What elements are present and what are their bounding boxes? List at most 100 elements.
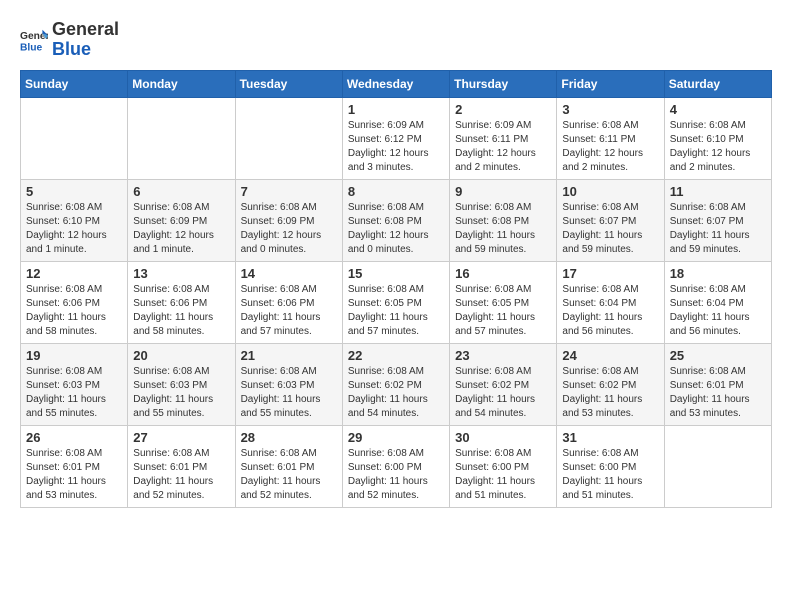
day-number: 6: [133, 184, 229, 199]
calendar-cell: [128, 97, 235, 179]
calendar-week-row: 19 Sunrise: 6:08 AM Sunset: 6:03 PM Dayli…: [21, 343, 772, 425]
calendar-cell: 9 Sunrise: 6:08 AM Sunset: 6:08 PM Daylig…: [450, 179, 557, 261]
day-info: Sunrise: 6:08 AM Sunset: 6:06 PM Dayligh…: [133, 283, 229, 339]
day-info: Sunrise: 6:08 AM Sunset: 6:01 PM Dayligh…: [670, 365, 766, 421]
day-info: Sunrise: 6:09 AM Sunset: 6:11 PM Dayligh…: [455, 119, 551, 175]
day-number: 25: [670, 348, 766, 363]
calendar-cell: 30 Sunrise: 6:08 AM Sunset: 6:00 PM Dayli…: [450, 425, 557, 507]
day-info: Sunrise: 6:09 AM Sunset: 6:12 PM Dayligh…: [348, 119, 444, 175]
day-number: 9: [455, 184, 551, 199]
calendar-cell: 7 Sunrise: 6:08 AM Sunset: 6:09 PM Daylig…: [235, 179, 342, 261]
day-info: Sunrise: 6:08 AM Sunset: 6:00 PM Dayligh…: [348, 447, 444, 503]
calendar-week-row: 12 Sunrise: 6:08 AM Sunset: 6:06 PM Dayli…: [21, 261, 772, 343]
calendar-header-monday: Monday: [128, 70, 235, 97]
day-number: 5: [26, 184, 122, 199]
day-info: Sunrise: 6:08 AM Sunset: 6:08 PM Dayligh…: [455, 201, 551, 257]
day-info: Sunrise: 6:08 AM Sunset: 6:01 PM Dayligh…: [26, 447, 122, 503]
day-number: 26: [26, 430, 122, 445]
calendar-cell: 27 Sunrise: 6:08 AM Sunset: 6:01 PM Dayli…: [128, 425, 235, 507]
calendar-cell: 26 Sunrise: 6:08 AM Sunset: 6:01 PM Dayli…: [21, 425, 128, 507]
calendar-cell: 12 Sunrise: 6:08 AM Sunset: 6:06 PM Dayli…: [21, 261, 128, 343]
day-number: 10: [562, 184, 658, 199]
day-number: 11: [670, 184, 766, 199]
day-info: Sunrise: 6:08 AM Sunset: 6:01 PM Dayligh…: [241, 447, 337, 503]
day-info: Sunrise: 6:08 AM Sunset: 6:11 PM Dayligh…: [562, 119, 658, 175]
calendar-cell: 1 Sunrise: 6:09 AM Sunset: 6:12 PM Daylig…: [342, 97, 449, 179]
day-number: 30: [455, 430, 551, 445]
day-number: 2: [455, 102, 551, 117]
day-number: 16: [455, 266, 551, 281]
day-number: 29: [348, 430, 444, 445]
calendar-header-friday: Friday: [557, 70, 664, 97]
calendar-cell: 10 Sunrise: 6:08 AM Sunset: 6:07 PM Dayli…: [557, 179, 664, 261]
calendar-header-row: SundayMondayTuesdayWednesdayThursdayFrid…: [21, 70, 772, 97]
day-number: 20: [133, 348, 229, 363]
day-info: Sunrise: 6:08 AM Sunset: 6:01 PM Dayligh…: [133, 447, 229, 503]
calendar-cell: 13 Sunrise: 6:08 AM Sunset: 6:06 PM Dayli…: [128, 261, 235, 343]
calendar-cell: 22Sunrise: 6:08 AM Sunset: 6:02 PM Dayli…: [342, 343, 449, 425]
day-info: Sunrise: 6:08 AM Sunset: 6:07 PM Dayligh…: [562, 201, 658, 257]
day-number: 14: [241, 266, 337, 281]
calendar-cell: 11 Sunrise: 6:08 AM Sunset: 6:07 PM Dayli…: [664, 179, 771, 261]
day-info: Sunrise: 6:08 AM Sunset: 6:04 PM Dayligh…: [670, 283, 766, 339]
calendar-cell: 17 Sunrise: 6:08 AM Sunset: 6:04 PM Dayli…: [557, 261, 664, 343]
day-number: 28: [241, 430, 337, 445]
day-number: 7: [241, 184, 337, 199]
day-info: Sunrise: 6:08 AM Sunset: 6:06 PM Dayligh…: [26, 283, 122, 339]
day-number: 15: [348, 266, 444, 281]
day-info: Sunrise: 6:08 AM Sunset: 6:03 PM Dayligh…: [26, 365, 122, 421]
calendar-week-row: 5 Sunrise: 6:08 AM Sunset: 6:10 PM Daylig…: [21, 179, 772, 261]
day-info: Sunrise: 6:08 AM Sunset: 6:05 PM Dayligh…: [455, 283, 551, 339]
day-info: Sunrise: 6:08 AM Sunset: 6:00 PM Dayligh…: [455, 447, 551, 503]
calendar-table: SundayMondayTuesdayWednesdayThursdayFrid…: [20, 70, 772, 508]
day-number: 12: [26, 266, 122, 281]
day-number: 21: [241, 348, 337, 363]
logo: General Blue General Blue: [20, 20, 119, 60]
day-info: Sunrise: 6:08 AM Sunset: 6:09 PM Dayligh…: [133, 201, 229, 257]
calendar-cell: 6 Sunrise: 6:08 AM Sunset: 6:09 PM Daylig…: [128, 179, 235, 261]
calendar-header-wednesday: Wednesday: [342, 70, 449, 97]
day-number: 4: [670, 102, 766, 117]
calendar-cell: 5 Sunrise: 6:08 AM Sunset: 6:10 PM Daylig…: [21, 179, 128, 261]
day-number: 13: [133, 266, 229, 281]
calendar-cell: 31Sunrise: 6:08 AM Sunset: 6:00 PM Dayli…: [557, 425, 664, 507]
calendar-cell: [21, 97, 128, 179]
calendar-cell: 24 Sunrise: 6:08 AM Sunset: 6:02 PM Dayli…: [557, 343, 664, 425]
day-number: 17: [562, 266, 658, 281]
day-number: 27: [133, 430, 229, 445]
calendar-cell: 14Sunrise: 6:08 AM Sunset: 6:06 PM Dayli…: [235, 261, 342, 343]
day-info: Sunrise: 6:08 AM Sunset: 6:05 PM Dayligh…: [348, 283, 444, 339]
calendar-cell: 29 Sunrise: 6:08 AM Sunset: 6:00 PM Dayli…: [342, 425, 449, 507]
calendar-cell: 19 Sunrise: 6:08 AM Sunset: 6:03 PM Dayli…: [21, 343, 128, 425]
day-number: 23: [455, 348, 551, 363]
calendar-header-saturday: Saturday: [664, 70, 771, 97]
calendar-cell: 8Sunrise: 6:08 AM Sunset: 6:08 PM Daylig…: [342, 179, 449, 261]
day-number: 18: [670, 266, 766, 281]
logo-icon: General Blue: [20, 26, 48, 54]
day-number: 24: [562, 348, 658, 363]
day-info: Sunrise: 6:08 AM Sunset: 6:03 PM Dayligh…: [133, 365, 229, 421]
calendar-cell: 21Sunrise: 6:08 AM Sunset: 6:03 PM Dayli…: [235, 343, 342, 425]
svg-text:Blue: Blue: [20, 42, 43, 53]
day-info: Sunrise: 6:08 AM Sunset: 6:07 PM Dayligh…: [670, 201, 766, 257]
page-header: General Blue General Blue: [20, 20, 772, 60]
day-number: 1: [348, 102, 444, 117]
calendar-cell: 16 Sunrise: 6:08 AM Sunset: 6:05 PM Dayli…: [450, 261, 557, 343]
calendar-cell: 18 Sunrise: 6:08 AM Sunset: 6:04 PM Dayli…: [664, 261, 771, 343]
calendar-cell: 15 Sunrise: 6:08 AM Sunset: 6:05 PM Dayli…: [342, 261, 449, 343]
calendar-cell: 2 Sunrise: 6:09 AM Sunset: 6:11 PM Daylig…: [450, 97, 557, 179]
calendar-header-sunday: Sunday: [21, 70, 128, 97]
calendar-cell: [664, 425, 771, 507]
day-info: Sunrise: 6:08 AM Sunset: 6:02 PM Dayligh…: [455, 365, 551, 421]
day-info: Sunrise: 6:08 AM Sunset: 6:10 PM Dayligh…: [26, 201, 122, 257]
day-number: 19: [26, 348, 122, 363]
day-info: Sunrise: 6:08 AM Sunset: 6:02 PM Dayligh…: [562, 365, 658, 421]
calendar-cell: 23 Sunrise: 6:08 AM Sunset: 6:02 PM Dayli…: [450, 343, 557, 425]
day-number: 3: [562, 102, 658, 117]
day-number: 22: [348, 348, 444, 363]
calendar-cell: [235, 97, 342, 179]
day-info: Sunrise: 6:08 AM Sunset: 6:04 PM Dayligh…: [562, 283, 658, 339]
calendar-cell: 4Sunrise: 6:08 AM Sunset: 6:10 PM Daylig…: [664, 97, 771, 179]
day-info: Sunrise: 6:08 AM Sunset: 6:08 PM Dayligh…: [348, 201, 444, 257]
day-info: Sunrise: 6:08 AM Sunset: 6:09 PM Dayligh…: [241, 201, 337, 257]
